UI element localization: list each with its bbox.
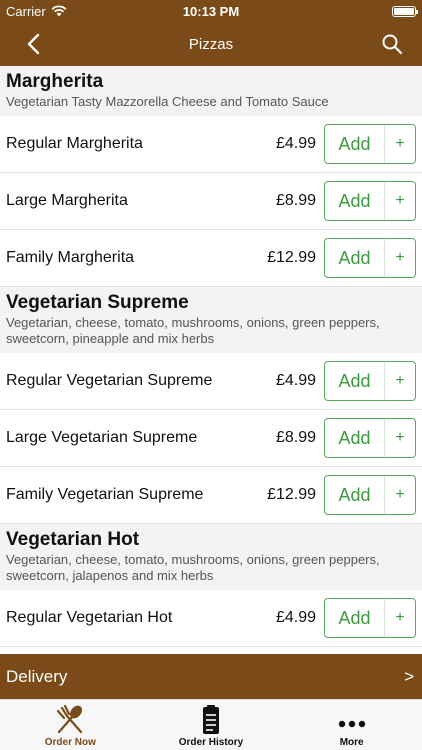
item-name: Regular Margherita <box>6 135 143 152</box>
tab-order-now[interactable]: Order Now <box>0 700 141 750</box>
item-name: Family Vegetarian Supreme <box>6 486 204 503</box>
carrier-label: Carrier <box>6 3 46 19</box>
item-price: £8.99 <box>275 192 316 209</box>
status-bar: Carrier 10:13 PM <box>0 0 422 22</box>
battery-icon <box>392 5 418 17</box>
tab-order-history[interactable]: Order History <box>141 700 282 750</box>
list-item: Family Vegetarian Supreme £12.99 Add + <box>0 467 422 524</box>
item-name: Regular Vegetarian Supreme <box>6 372 213 389</box>
delivery-bar[interactable]: Delivery > <box>0 654 422 699</box>
status-right <box>296 5 418 17</box>
item-price: £4.99 <box>275 135 316 152</box>
add-button[interactable]: Add + <box>324 361 416 401</box>
plus-icon: + <box>395 429 405 446</box>
list-item: Large Margherita £8.99 Add + <box>0 173 422 230</box>
delivery-label: Delivery <box>6 666 68 686</box>
nav-bar: Pizzas <box>0 22 422 66</box>
add-label: Add <box>325 476 385 514</box>
list-item: Regular Vegetarian Hot £4.99 Add + <box>0 590 422 647</box>
plus-icon: + <box>395 135 405 152</box>
page-title: Pizzas <box>188 35 234 53</box>
section-description: Vegetarian, cheese, tomato, mushrooms, o… <box>6 315 380 346</box>
list-item: Regular Margherita £4.99 Add + <box>0 116 422 173</box>
clipboard-icon <box>203 705 219 734</box>
list-item: Family Margherita £12.99 Add + <box>0 230 422 287</box>
add-label: Add <box>325 239 385 277</box>
item-price: £8.99 <box>275 429 316 446</box>
section-title: Margherita <box>6 71 104 92</box>
add-button[interactable]: Add + <box>324 124 416 164</box>
add-button[interactable]: Add + <box>324 181 416 221</box>
item-price: £12.99 <box>267 486 316 503</box>
item-price: £4.99 <box>275 609 316 626</box>
chevron-right-icon: > <box>404 666 414 686</box>
list-item: Add + <box>0 647 422 654</box>
status-time: 10:13 PM <box>182 3 240 19</box>
add-label: Add <box>325 362 385 400</box>
section-header-vegetarian-hot: Vegetarian Hot Vegetarian, cheese, tomat… <box>0 524 422 590</box>
fork-knife-icon <box>57 704 83 734</box>
section-header-margherita: Margherita Vegetarian Tasty Mazzorella C… <box>0 66 422 116</box>
section-description: Vegetarian Tasty Mazzorella Cheese and T… <box>6 94 329 109</box>
item-name: Large Margherita <box>6 192 128 209</box>
item-name: Large Vegetarian Supreme <box>6 429 198 446</box>
plus-icon: + <box>395 192 405 209</box>
add-button[interactable]: Add + <box>324 238 416 278</box>
list-item: Regular Vegetarian Supreme £4.99 Add + <box>0 353 422 410</box>
tab-label: Order History <box>178 737 244 748</box>
plus-icon: + <box>395 609 405 626</box>
menu-list[interactable]: Margherita Vegetarian Tasty Mazzorella C… <box>0 66 422 654</box>
tab-label: Order Now <box>44 737 96 748</box>
add-label: Add <box>325 419 385 457</box>
add-label: Add <box>325 599 385 637</box>
section-title: Vegetarian Hot <box>6 529 140 550</box>
item-name: Regular Vegetarian Hot <box>6 609 173 626</box>
add-button[interactable]: Add + <box>324 598 416 638</box>
item-price: £4.99 <box>275 372 316 389</box>
status-left: Carrier <box>6 4 126 19</box>
plus-icon: + <box>395 249 405 266</box>
tab-label: More <box>339 737 364 748</box>
add-button[interactable]: Add + <box>324 418 416 458</box>
list-item: Large Vegetarian Supreme £8.99 Add + <box>0 410 422 467</box>
item-name: Family Margherita <box>6 249 135 266</box>
more-dots-icon <box>338 720 365 728</box>
add-label: Add <box>325 182 385 220</box>
section-header-vegetarian-supreme: Vegetarian Supreme Vegetarian, cheese, t… <box>0 287 422 353</box>
section-description: Vegetarian, cheese, tomato, mushrooms, o… <box>6 552 380 583</box>
section-title: Vegetarian Supreme <box>6 292 189 313</box>
search-icon[interactable] <box>380 32 404 56</box>
plus-icon: + <box>395 372 405 389</box>
add-button[interactable]: Add + <box>324 475 416 515</box>
item-price: £12.99 <box>267 249 316 266</box>
wifi-icon <box>51 5 67 17</box>
tab-more[interactable]: More <box>281 700 422 750</box>
plus-icon: + <box>395 486 405 503</box>
back-chevron-icon[interactable] <box>22 31 48 57</box>
tab-bar: Order Now Order History More <box>0 699 422 750</box>
add-label: Add <box>325 125 385 163</box>
